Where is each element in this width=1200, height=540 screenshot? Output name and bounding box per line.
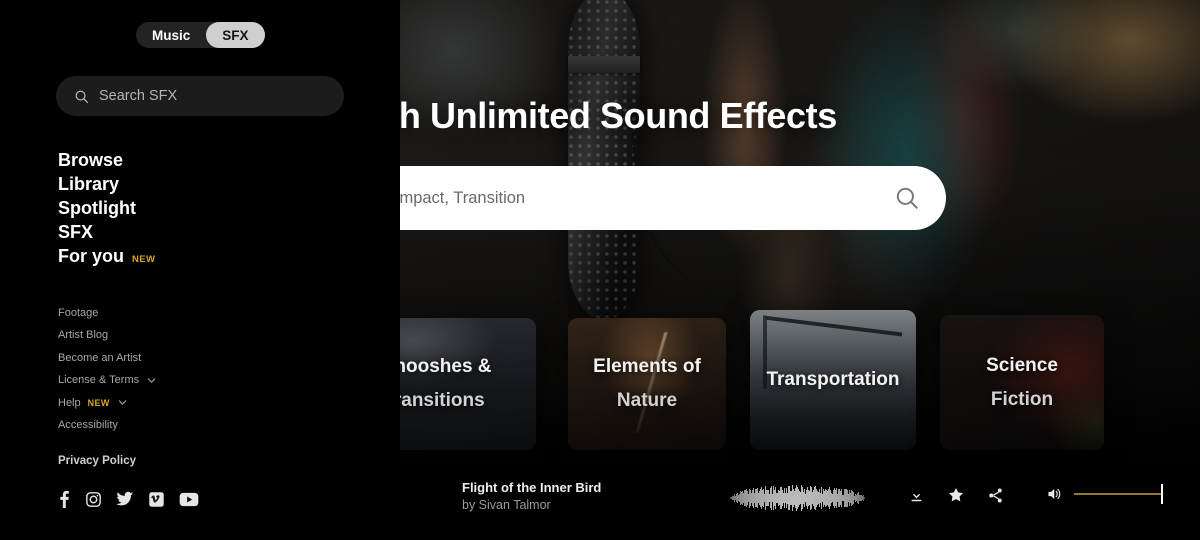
card-label-line2: Fiction [990,388,1054,410]
player-track-meta: Flight of the Inner Bird by Sivan Talmor [462,479,601,514]
waveform-display[interactable] [730,484,865,512]
twitter-icon[interactable] [116,491,134,507]
chevron-down-icon[interactable] [117,397,128,408]
track-artist: by Sivan Talmor [462,498,551,512]
facebook-icon[interactable] [58,490,71,508]
card-label-line2: Nature [616,390,678,411]
sub-link-artist-blog[interactable]: Artist Blog [58,324,157,346]
share-icon[interactable] [987,487,1004,504]
primary-nav: Browse Library Spotlight SFX For you NEW [58,148,155,272]
new-badge: NEW [132,254,156,265]
toggle-option-music[interactable]: Music [136,22,206,48]
track-title: Flight of the Inner Bird [462,480,602,495]
nav-item-browse[interactable]: Browse [58,148,155,172]
volume-control[interactable] [1046,484,1163,504]
vimeo-icon[interactable] [148,491,165,508]
sub-link-label: License & Terms [58,374,140,387]
card-label-line1: Elements of [593,356,701,377]
nav-item-label: Browse [58,150,124,170]
nav-item-label: SFX [58,222,94,242]
secondary-nav: Footage Artist Blog Become an Artist Licens… [58,302,157,436]
category-card-transportation[interactable]: Transportation [750,310,916,450]
sub-link-accessibility[interactable]: Accessibility [58,414,157,436]
sub-link-license-terms[interactable]: License & Terms [58,369,157,391]
sidebar-search-input[interactable]: Search SFX [56,76,344,116]
social-links [58,490,199,508]
volume-slider-track[interactable] [1074,484,1163,504]
sidebar-search-placeholder: Search SFX [99,88,178,104]
nav-item-label: Library [58,174,120,194]
volume-icon[interactable] [1046,486,1064,502]
waveform-bar [864,497,865,499]
card-label-line1: Science [986,354,1058,376]
search-icon [75,90,89,103]
download-icon[interactable] [908,487,925,504]
nav-item-for-you[interactable]: For you NEW [58,244,155,272]
sub-link-footage[interactable]: Footage [58,302,157,324]
sub-link-become-an-artist[interactable]: Become an Artist [58,347,157,369]
category-card-science-fiction[interactable]: Science Fiction [940,315,1104,450]
sidebar: Music SFX Search SFX Browse Library Spotli… [0,0,400,540]
volume-slider-handle[interactable] [1161,484,1163,504]
music-sfx-toggle[interactable]: Music SFX [136,22,265,48]
sub-link-label: Help [58,396,81,409]
chevron-down-icon[interactable] [146,375,157,386]
toggle-option-sfx[interactable]: SFX [206,22,265,48]
sub-link-label: Artist Blog [58,329,109,342]
youtube-icon[interactable] [179,492,199,507]
nav-item-sfx[interactable]: SFX [58,220,155,244]
privacy-policy-link[interactable]: Privacy Policy [58,455,136,467]
nav-item-label: For you [58,246,124,266]
category-card-elements-of-nature[interactable]: Elements of Nature [568,318,726,450]
nav-item-library[interactable]: Library [58,172,155,196]
star-icon[interactable] [947,486,965,504]
sub-link-label: Become an Artist [58,351,142,364]
sub-link-label: Footage [58,307,99,319]
sub-link-label: Accessibility [58,419,118,432]
app-root: arch Unlimited Sound Effects : Whoosh, I… [0,0,1200,540]
sub-link-help[interactable]: Help NEW [58,392,157,414]
card-label-line1: Transportation [766,369,900,390]
instagram-icon[interactable] [85,491,102,508]
nav-item-label: Spotlight [58,198,136,218]
nav-item-spotlight[interactable]: Spotlight [58,196,155,220]
player-actions [908,486,1004,504]
new-badge: NEW [87,397,110,408]
